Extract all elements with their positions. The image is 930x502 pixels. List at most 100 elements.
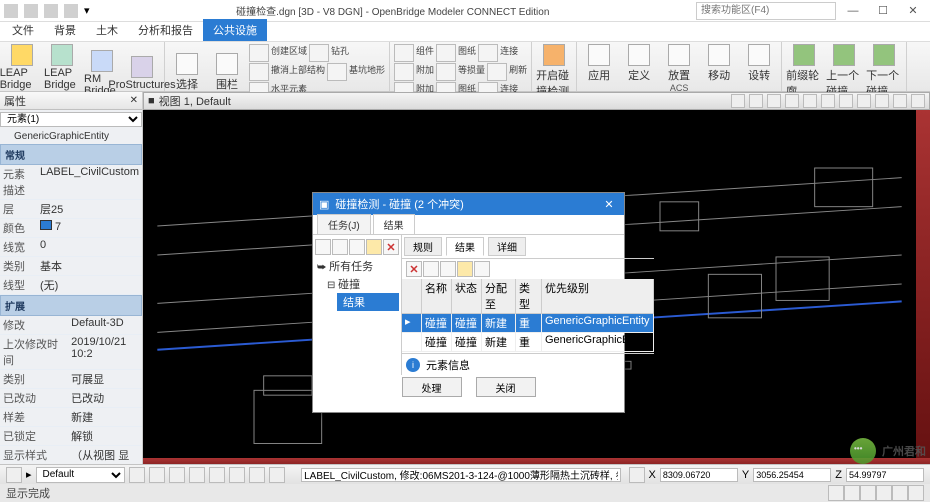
prop-row[interactable]: 层层25 (0, 200, 142, 219)
status-icon[interactable] (828, 485, 844, 501)
maximize-button[interactable]: ☐ (870, 2, 896, 20)
prop-row[interactable]: 样差新建 (0, 408, 142, 427)
view-3-button[interactable] (169, 467, 185, 483)
view-tool-icon[interactable] (857, 94, 871, 108)
view-4-button[interactable] (189, 467, 205, 483)
cm-icon[interactable] (327, 63, 347, 81)
open-icon[interactable] (332, 239, 348, 255)
selection-field[interactable] (301, 468, 620, 482)
fence-button[interactable]: 围栏 (209, 53, 245, 92)
section-extended[interactable]: 扩展 (0, 295, 142, 316)
view-tool-icon[interactable] (767, 94, 781, 108)
tree-job[interactable]: ⊟ 碰撞 (315, 275, 399, 293)
mini-tab-results[interactable]: 结果 (446, 237, 484, 256)
attach-icon[interactable] (436, 63, 456, 81)
qat-save-icon[interactable] (24, 4, 38, 18)
prop-row[interactable]: 颜色 7 (0, 219, 142, 238)
view-tool-icon[interactable] (893, 94, 907, 108)
grid-icon[interactable] (440, 261, 456, 277)
col-type[interactable]: 类型 (516, 279, 542, 313)
attach-icon[interactable] (394, 44, 414, 62)
next-clash-button[interactable]: 下一个碰撞 (866, 44, 902, 99)
ribbon-tab-file[interactable]: 文件 (2, 19, 44, 41)
col-name[interactable]: 名称 (422, 279, 452, 313)
save-icon[interactable] (349, 239, 365, 255)
clash-profile-button[interactable]: 前缀轮廓 (786, 44, 822, 99)
status-icon[interactable] (908, 485, 924, 501)
dialog-header[interactable]: ▣ 碰撞检测 - 碰撞 (2 个冲突) ✕ (313, 193, 624, 215)
ribbon-tab-bg[interactable]: 背景 (44, 19, 86, 41)
acs-move-button[interactable]: 移动 (701, 44, 737, 83)
status-icon[interactable] (844, 485, 860, 501)
grid-folder-icon[interactable] (457, 261, 473, 277)
col-assign[interactable]: 分配至 (482, 279, 516, 313)
prop-row[interactable]: 线型(无) (0, 276, 142, 295)
arrow-icon[interactable]: ▸ (26, 468, 32, 481)
panel-close-icon[interactable]: ✕ (130, 95, 138, 106)
delete-icon[interactable]: ✕ (383, 239, 399, 255)
view-tool-icon[interactable] (875, 94, 889, 108)
qat-redo-icon[interactable] (64, 4, 78, 18)
attach-icon[interactable] (487, 63, 507, 81)
prop-row[interactable]: 上次修改时间2019/10/21 10:2 (0, 335, 142, 370)
view-tool-icon[interactable] (839, 94, 853, 108)
attach-icon[interactable] (436, 44, 456, 62)
ribbon-tab-utilities[interactable]: 公共设施 (203, 19, 267, 41)
prop-row[interactable]: 已改动已改动 (0, 389, 142, 408)
qat-undo-icon[interactable] (44, 4, 58, 18)
col-status[interactable]: 状态 (452, 279, 482, 313)
grid-delete-icon[interactable]: ✕ (406, 261, 422, 277)
view-tool-icon[interactable] (911, 94, 925, 108)
tab-tasks[interactable]: 任务(J) (317, 214, 371, 234)
view-5-button[interactable] (209, 467, 225, 483)
coord-z-input[interactable] (846, 468, 924, 482)
prop-row[interactable]: 类别基本 (0, 257, 142, 276)
view-tool-icon[interactable] (749, 94, 763, 108)
grid-icon[interactable] (423, 261, 439, 277)
prop-row[interactable]: 类别可展显 (0, 370, 142, 389)
prev-clash-button[interactable]: 上一个碰撞 (826, 44, 862, 99)
folder-icon[interactable] (366, 239, 382, 255)
view-tool-icon[interactable] (803, 94, 817, 108)
snap-icon[interactable] (629, 467, 645, 483)
attach-icon[interactable] (478, 44, 498, 62)
acs-define-button[interactable]: 定义 (621, 44, 657, 83)
col-priority[interactable]: 优先级别 (542, 279, 654, 313)
ribbon-tab-analysis[interactable]: 分析和报告 (128, 19, 203, 41)
mini-tab-details[interactable]: 详细 (488, 237, 526, 256)
prop-row[interactable]: 修改Default-3D (0, 316, 142, 335)
cm-icon[interactable] (309, 44, 329, 62)
acs-apply-button[interactable]: 应用 (581, 44, 617, 83)
close-button[interactable]: 关闭 (476, 377, 536, 397)
view-tool-icon[interactable] (821, 94, 835, 108)
new-icon[interactable] (315, 239, 331, 255)
coord-y-input[interactable] (753, 468, 831, 482)
table-row[interactable]: 碰撞 碰撞 新建 重 GenericGraphicEntity (402, 333, 654, 352)
view-select[interactable]: Default (36, 467, 126, 483)
tree-entity[interactable]: GenericGraphicEntity (0, 129, 142, 144)
ribbon-tab-civil[interactable]: 土木 (86, 19, 128, 41)
coord-x-input[interactable] (660, 468, 738, 482)
view-2-button[interactable] (149, 467, 165, 483)
prop-row[interactable]: 元素描述LABEL_CivilCustom (0, 165, 142, 200)
ribbon-search-input[interactable] (696, 2, 836, 20)
status-icon[interactable] (876, 485, 892, 501)
home-icon[interactable] (6, 467, 22, 483)
acs-place-button[interactable]: 放置 (661, 44, 697, 83)
status-icon[interactable] (860, 485, 876, 501)
element-select[interactable]: 元素(1) (0, 112, 142, 127)
vertical-scrollbar[interactable] (916, 110, 930, 458)
tree-leaf-selected[interactable]: 结果 (337, 293, 399, 311)
mini-tab-rules[interactable]: 规则 (404, 237, 442, 256)
view-7-button[interactable] (249, 467, 265, 483)
process-button[interactable]: 处理 (402, 377, 462, 397)
acs-rotate-button[interactable]: 设转 (741, 44, 777, 83)
minimize-button[interactable]: — (840, 2, 866, 20)
table-row[interactable]: ▸ 碰撞 碰撞 新建 重 GenericGraphicEntity (402, 314, 654, 333)
attach-icon[interactable] (394, 63, 414, 81)
view-tool-icon[interactable] (731, 94, 745, 108)
prop-row[interactable]: 线宽0 (0, 238, 142, 257)
prop-row[interactable]: 已锁定解锁 (0, 427, 142, 446)
cm-icon[interactable] (249, 63, 269, 81)
grid-filter-icon[interactable] (474, 261, 490, 277)
